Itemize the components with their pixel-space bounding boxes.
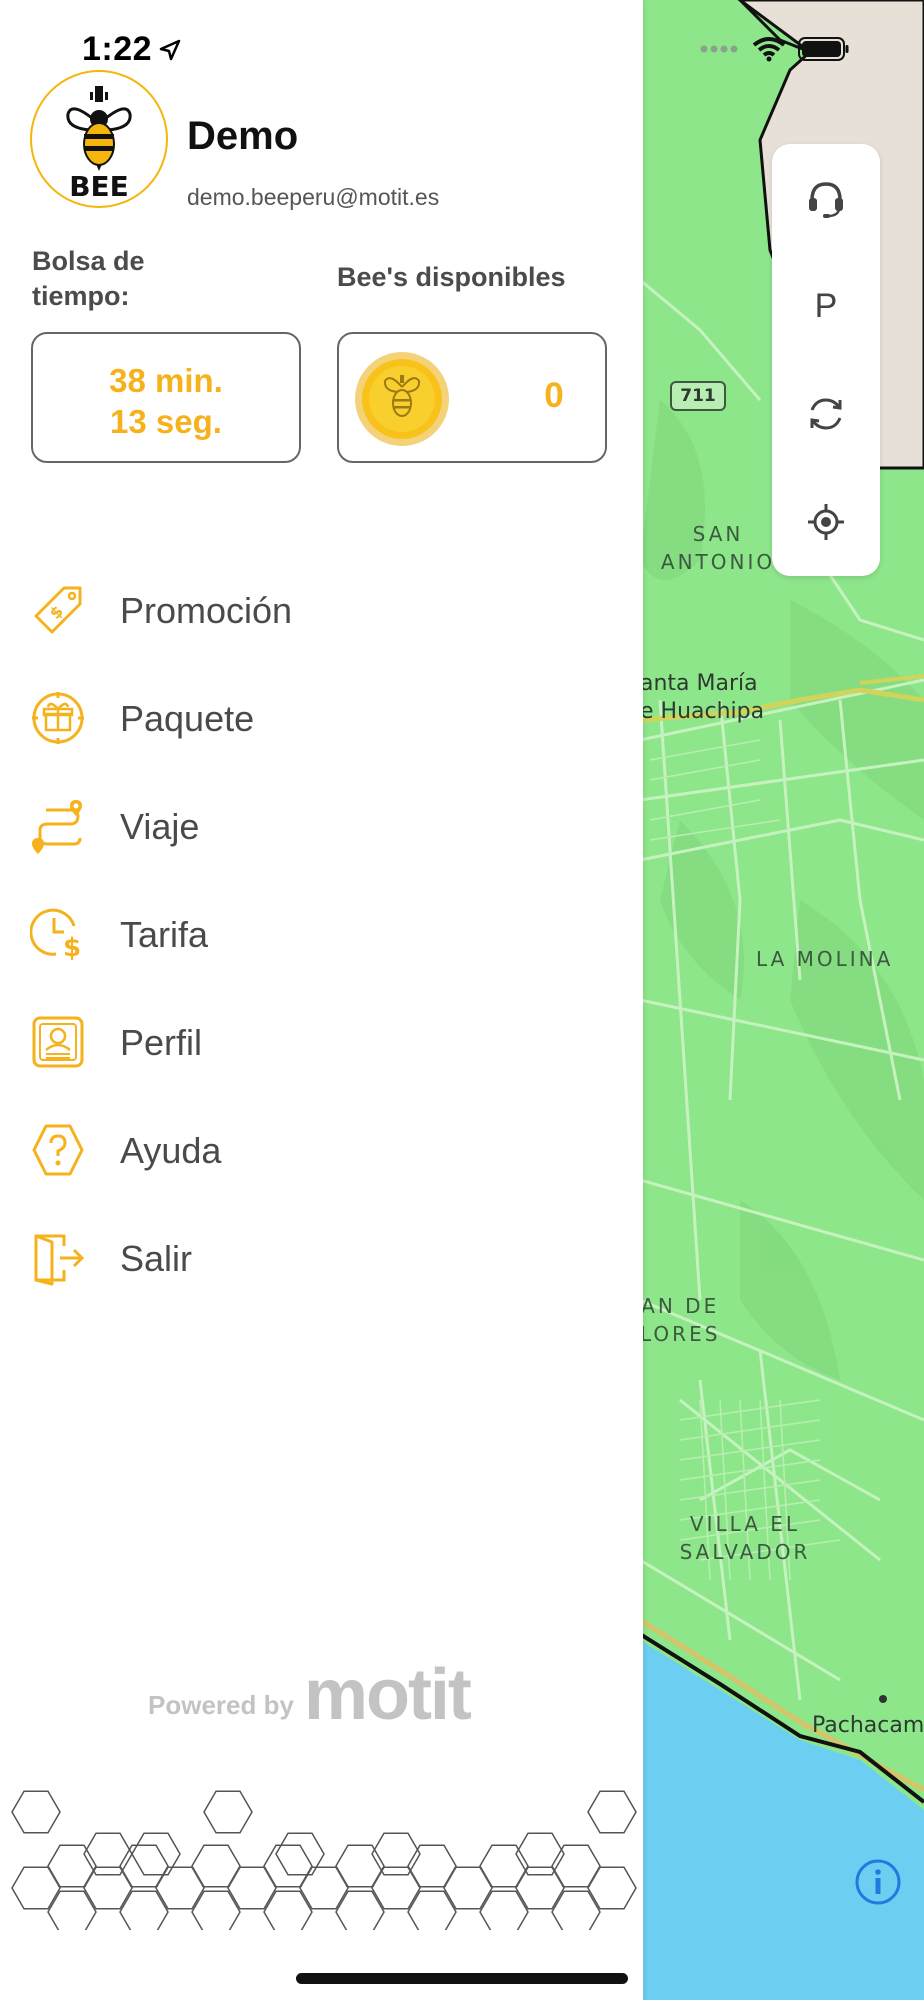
powered-by-footer: Powered by motit xyxy=(148,1655,472,1735)
menu-item-tarifa[interactable]: $ Tarifa xyxy=(0,888,643,978)
wifi-icon xyxy=(752,37,786,62)
time-minutes: 38 min. xyxy=(109,362,223,399)
map-label-santa-maria: anta María e Huachipa xyxy=(640,671,765,724)
map-label-san-antonio: SAN ANTONIO xyxy=(660,522,776,574)
map-toolbar: P xyxy=(772,144,880,576)
menu-label-tarifa: Tarifa xyxy=(120,914,209,955)
headset-icon xyxy=(809,182,843,218)
side-drawer: 1:22 BEE Demo demo.beeperu@motit.es Bols… xyxy=(0,0,643,2000)
avatar[interactable]: BEE xyxy=(30,70,168,208)
gift-icon xyxy=(32,692,84,744)
menu-item-salir[interactable]: Salir xyxy=(0,1212,643,1302)
bees-count: 0 xyxy=(544,376,564,415)
clock-text: 1:22 xyxy=(82,30,153,68)
motit-logo: motit xyxy=(303,1655,472,1735)
time-seconds: 13 seg. xyxy=(110,403,222,440)
honeycomb-cell xyxy=(275,1832,325,1876)
honeycomb-cell xyxy=(587,1790,637,1834)
menu-item-promocion[interactable]: $ Promoción xyxy=(0,564,643,654)
honeycomb-cell xyxy=(83,1832,133,1876)
powered-by-text: Powered by xyxy=(148,1690,294,1720)
honeycomb-cell xyxy=(11,1790,61,1834)
honeycomb-cell xyxy=(131,1832,181,1876)
clock-dollar-icon: $ xyxy=(30,908,81,962)
profile-card-icon xyxy=(32,1016,84,1068)
info-icon[interactable] xyxy=(854,1858,902,1906)
crosshair-icon xyxy=(808,504,844,540)
bee-coin-icon xyxy=(355,352,449,446)
menu-item-ayuda[interactable]: Ayuda xyxy=(0,1104,643,1194)
map-label-san-juan: AN DE LORES xyxy=(640,1294,721,1346)
refresh-icon xyxy=(810,398,842,430)
refresh-button[interactable] xyxy=(772,360,880,468)
parking-label: P xyxy=(814,286,838,325)
time-balance-label: Bolsa de tiempo: xyxy=(32,246,145,311)
honeycomb-cell xyxy=(203,1790,253,1834)
user-email: demo.beeperu@motit.es xyxy=(187,184,440,210)
map-label-villa-el-salvador: VILLA EL SALVADOR xyxy=(679,1512,811,1564)
map-label-la-molina: LA MOLINA xyxy=(756,947,894,971)
menu-item-perfil[interactable]: Perfil xyxy=(0,996,643,1086)
menu-label-ayuda: Ayuda xyxy=(120,1130,222,1171)
status-icons xyxy=(700,36,850,62)
time-balance-box[interactable]: 38 min. 13 seg. xyxy=(31,332,301,463)
home-indicator[interactable] xyxy=(296,1973,628,1984)
menu-label-perfil: Perfil xyxy=(120,1022,203,1063)
help-icon xyxy=(32,1124,84,1176)
exit-door-icon xyxy=(34,1234,85,1286)
honeycomb-cell xyxy=(371,1832,421,1876)
user-name: Demo xyxy=(187,114,299,158)
bees-available-label: Bee's disponibles xyxy=(337,262,566,292)
bees-balance-box[interactable]: 0 xyxy=(337,332,607,463)
time-balance-value: 38 min. 13 seg. xyxy=(33,360,299,442)
menu-item-paquete[interactable]: Paquete xyxy=(0,672,643,762)
location-arrow-icon xyxy=(159,39,181,60)
logo-text: BEE xyxy=(69,170,129,203)
signal-dots-icon xyxy=(700,45,738,53)
price-tag-icon: $ xyxy=(34,586,82,634)
support-button[interactable] xyxy=(772,144,880,252)
honeycomb-decoration xyxy=(11,1790,637,1930)
status-time: 1:22 xyxy=(82,30,182,69)
locate-button[interactable] xyxy=(772,468,880,576)
parking-button[interactable]: P xyxy=(772,252,880,360)
road-number-badge: 711 xyxy=(670,381,726,411)
bee-logo-icon: BEE xyxy=(66,86,132,203)
map-label-pachacamac: Pachacam xyxy=(812,1713,924,1738)
battery-icon xyxy=(798,37,849,61)
route-icon xyxy=(32,800,82,854)
menu-label-promocion: Promoción xyxy=(120,590,293,631)
svg-text:$: $ xyxy=(63,933,81,962)
honeycomb-cell xyxy=(515,1832,565,1876)
menu-label-salir: Salir xyxy=(120,1238,193,1279)
menu-label-paquete: Paquete xyxy=(120,698,255,739)
menu-item-viaje[interactable]: Viaje xyxy=(0,780,643,870)
menu-label-viaje: Viaje xyxy=(120,806,200,847)
